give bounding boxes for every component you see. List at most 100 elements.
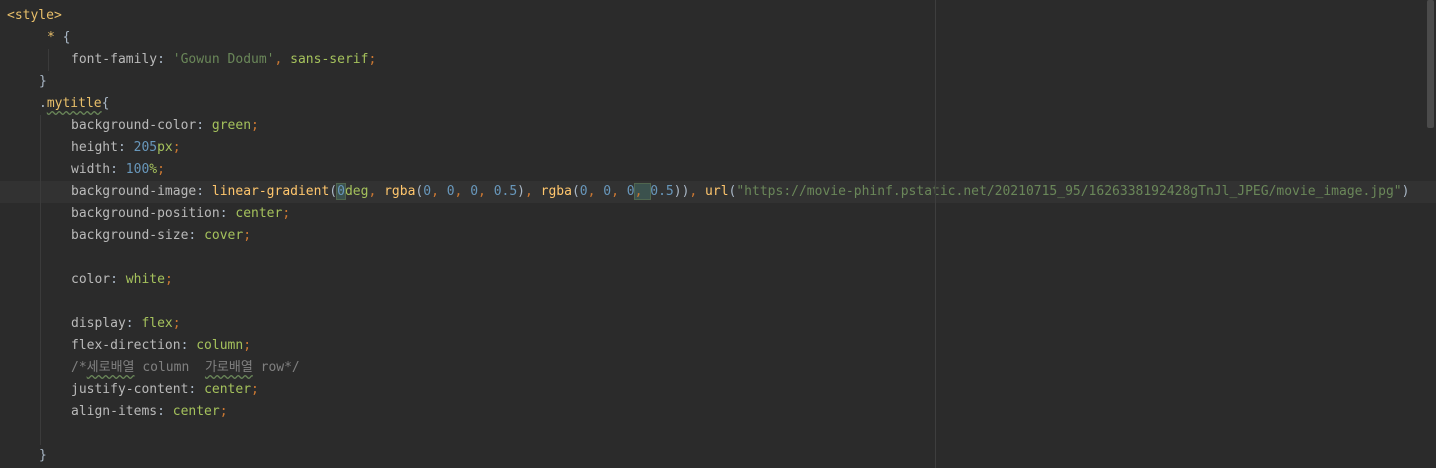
code-token: 0: [446, 184, 455, 199]
code-line-content: background-color: green;: [71, 115, 259, 137]
code-line-content: color: white;: [71, 269, 173, 291]
code-token: green: [211, 118, 252, 133]
code-token: ,: [478, 184, 494, 199]
code-token: ;: [172, 316, 181, 331]
code-token: ;: [157, 162, 165, 177]
code-token: color: [71, 272, 111, 287]
code-line-content: .mytitle{: [39, 93, 109, 115]
indent-guide: [40, 115, 41, 445]
code-token: ): [673, 184, 682, 199]
code-line-content: <style>: [7, 5, 62, 27]
code-token: ,: [454, 184, 471, 199]
code-token: 0.5: [650, 184, 674, 199]
code-token: height: [71, 140, 118, 155]
code-token: 0: [470, 184, 479, 199]
code-line[interactable]: background-color: green;: [0, 115, 1436, 137]
code-token: ,: [368, 184, 385, 199]
code-token: 'Gowun Dodum': [172, 52, 275, 67]
code-token: background-position: [71, 206, 220, 221]
scrollbar-thumb[interactable]: [1427, 0, 1434, 128]
code-token: :: [219, 206, 236, 221]
code-line[interactable]: background-position: center;: [0, 203, 1436, 225]
code-line-content: background-position: center;: [71, 203, 290, 225]
code-line[interactable]: }: [0, 71, 1436, 93]
code-token: 100: [125, 162, 150, 177]
code-token: cover: [204, 228, 244, 243]
code-token: px: [157, 140, 173, 155]
code-line-content: background-size: cover;: [71, 225, 251, 247]
code-line[interactable]: align-items: center;: [0, 401, 1436, 423]
code-token: {: [62, 30, 71, 45]
code-line-content: flex-direction: column;: [71, 335, 251, 357]
code-token: ;: [251, 118, 259, 133]
code-line-content: height: 205px;: [71, 137, 181, 159]
code-token: center: [172, 404, 220, 419]
code-line-content: align-items: center;: [71, 401, 228, 423]
code-token: :: [196, 184, 212, 199]
code-line[interactable]: [0, 247, 1436, 269]
code-token: ;: [243, 228, 252, 243]
code-token: ,: [611, 184, 627, 199]
code-token: ;: [243, 338, 252, 353]
code-line[interactable]: justify-content: center;: [0, 379, 1436, 401]
code-line[interactable]: .mytitle{: [0, 93, 1436, 115]
code-token: white: [125, 272, 165, 287]
code-token: deg: [344, 184, 369, 199]
code-token: center: [204, 382, 252, 397]
code-token: justify-content: [71, 382, 189, 397]
code-token: display: [71, 316, 126, 331]
code-token: :: [157, 52, 173, 67]
code-line-content: display: flex;: [71, 313, 181, 335]
code-line[interactable]: <style>: [0, 5, 1436, 27]
code-token: ;: [282, 206, 291, 221]
code-token: linear-gradient: [211, 184, 330, 199]
vertical-scrollbar[interactable]: [1426, 0, 1436, 468]
code-token: background-size: [71, 228, 189, 243]
code-token: ,: [689, 184, 706, 199]
code-token: ;: [219, 404, 228, 419]
code-token: :: [188, 228, 205, 243]
code-token: %: [149, 162, 158, 177]
code-token: :: [125, 316, 142, 331]
code-line[interactable]: flex-direction: column;: [0, 335, 1436, 357]
code-line[interactable]: [0, 423, 1436, 445]
code-token: mytitle: [46, 96, 102, 111]
code-token: }: [39, 74, 47, 89]
code-line[interactable]: }: [0, 445, 1436, 467]
code-line[interactable]: color: white;: [0, 269, 1436, 291]
code-token: 0.5: [493, 184, 518, 199]
code-line[interactable]: background-size: cover;: [0, 225, 1436, 247]
code-line[interactable]: * {: [0, 27, 1436, 49]
code-token: *: [47, 30, 63, 45]
code-token: rgba: [384, 184, 416, 199]
code-token: (: [571, 184, 580, 199]
code-line[interactable]: display: flex;: [0, 313, 1436, 335]
code-line[interactable]: height: 205px;: [0, 137, 1436, 159]
code-token: background-color: [71, 118, 197, 133]
code-token: flex: [141, 316, 173, 331]
code-token: ;: [172, 140, 181, 155]
code-token: :: [110, 162, 126, 177]
code-line[interactable]: [0, 291, 1436, 313]
code-token: ): [1401, 184, 1410, 199]
code-line[interactable]: font-family: 'Gowun Dodum', sans-serif;: [0, 49, 1436, 71]
code-editor[interactable]: <style> * {font-family: 'Gowun Dodum', sa…: [0, 0, 1436, 468]
code-token: :: [117, 140, 134, 155]
code-line[interactable]: /*세로배열 column 가로배열 row*/: [0, 357, 1436, 379]
right-margin-guide: [935, 0, 936, 468]
code-token: ,: [633, 183, 652, 200]
code-line[interactable]: width: 100%;: [0, 159, 1436, 181]
code-token: (: [329, 184, 338, 199]
code-token: 0: [336, 183, 346, 200]
code-line-content: width: 100%;: [71, 159, 165, 181]
code-token: width: [71, 162, 111, 177]
code-line-content: justify-content: center;: [71, 379, 259, 401]
code-token: }: [39, 448, 47, 463]
code-line[interactable]: background-image: linear-gradient(0deg, …: [0, 181, 1436, 203]
code-line-content: }: [39, 71, 47, 93]
code-token: flex-direction: [71, 338, 181, 353]
indent-guide: [48, 49, 49, 71]
code-token: font-family: [71, 52, 158, 67]
code-token: ;: [368, 52, 377, 67]
code-token: ,: [274, 52, 291, 67]
